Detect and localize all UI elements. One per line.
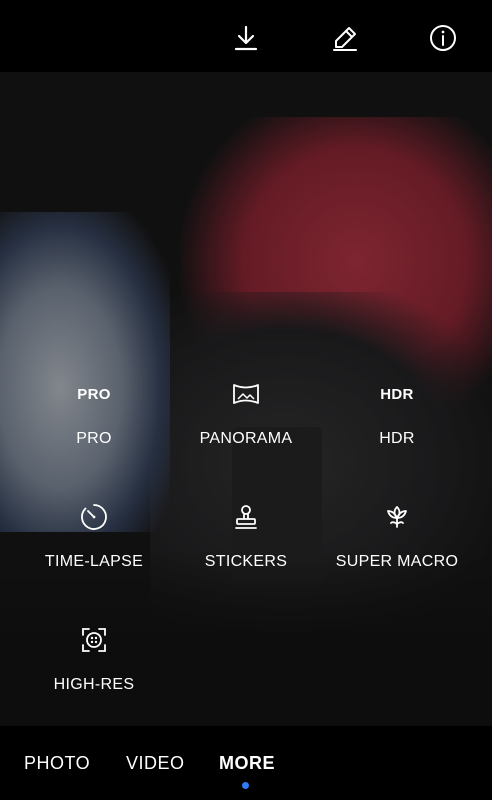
mode-label: STICKERS xyxy=(204,553,288,570)
tab-photo[interactable]: PHOTO xyxy=(24,753,90,774)
mode-high-res[interactable]: HIGH-RES xyxy=(14,624,174,694)
mode-label: SUPER MACRO xyxy=(335,553,459,570)
pro-text-icon: PRO xyxy=(77,385,111,403)
mode-time-lapse[interactable]: TIME-LAPSE xyxy=(14,501,174,571)
pencil-icon xyxy=(333,27,357,51)
edit-button[interactable] xyxy=(325,18,365,58)
tab-video[interactable]: VIDEO xyxy=(126,753,185,774)
flower-icon xyxy=(317,501,477,533)
bottom-mode-bar: PHOTO VIDEO MORE xyxy=(0,726,492,800)
mode-panorama[interactable]: PANORAMA xyxy=(166,378,326,448)
info-button[interactable] xyxy=(423,18,463,58)
mode-stickers[interactable]: STICKERS xyxy=(166,501,326,571)
top-toolbar xyxy=(0,0,492,72)
high-res-icon xyxy=(14,624,174,656)
mode-hdr[interactable]: HDR HDR xyxy=(317,378,477,448)
timer-icon xyxy=(14,501,174,533)
mode-label: HDR xyxy=(379,430,415,447)
mode-label: PRO xyxy=(76,430,112,447)
active-tab-indicator xyxy=(242,782,249,789)
mode-label: TIME-LAPSE xyxy=(44,553,144,570)
info-icon xyxy=(430,25,456,51)
mode-label: HIGH-RES xyxy=(53,676,135,693)
download-icon xyxy=(234,25,258,51)
hdr-text-icon: HDR xyxy=(380,385,414,403)
mode-super-macro[interactable]: SUPER MACRO xyxy=(317,501,477,571)
tab-more[interactable]: MORE xyxy=(219,753,275,774)
mode-pro[interactable]: PRO PRO xyxy=(14,378,174,448)
download-button[interactable] xyxy=(226,18,266,58)
mode-label: PANORAMA xyxy=(199,430,293,447)
panorama-icon xyxy=(166,378,326,410)
stamp-icon xyxy=(166,501,326,533)
